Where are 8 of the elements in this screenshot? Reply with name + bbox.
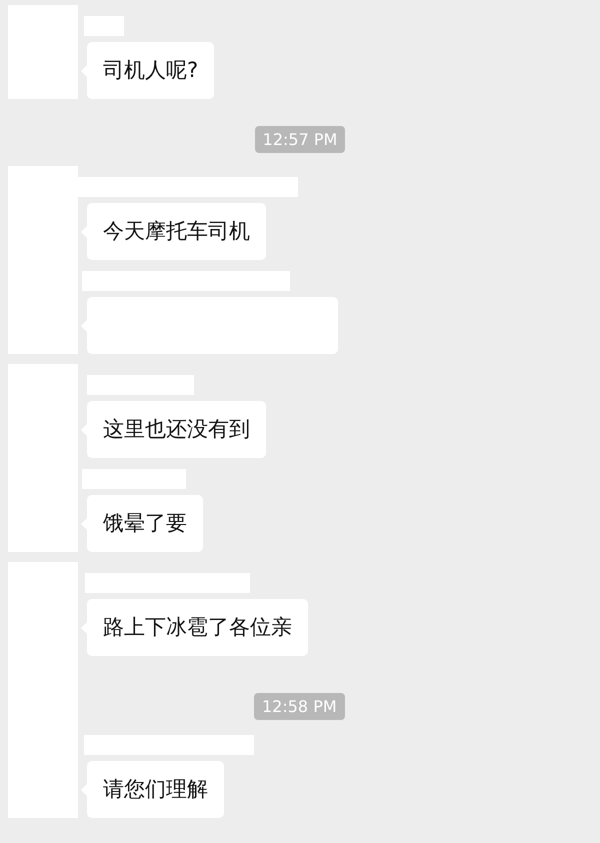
message-bubble: 司机人呢? — [87, 42, 214, 99]
timestamp: 12:57 PM — [254, 126, 346, 153]
message-bubble: 路上下冰雹了各位亲 — [87, 599, 308, 656]
message-bubble: 饿晕了要 — [87, 495, 203, 552]
message-bubble: 请您们理解 — [87, 761, 224, 818]
message-bubble: 今天摩托车司机 — [87, 203, 266, 260]
message-bubble: 这里也还没有到 — [87, 401, 266, 458]
timestamp: 12:58 PM — [254, 693, 345, 720]
